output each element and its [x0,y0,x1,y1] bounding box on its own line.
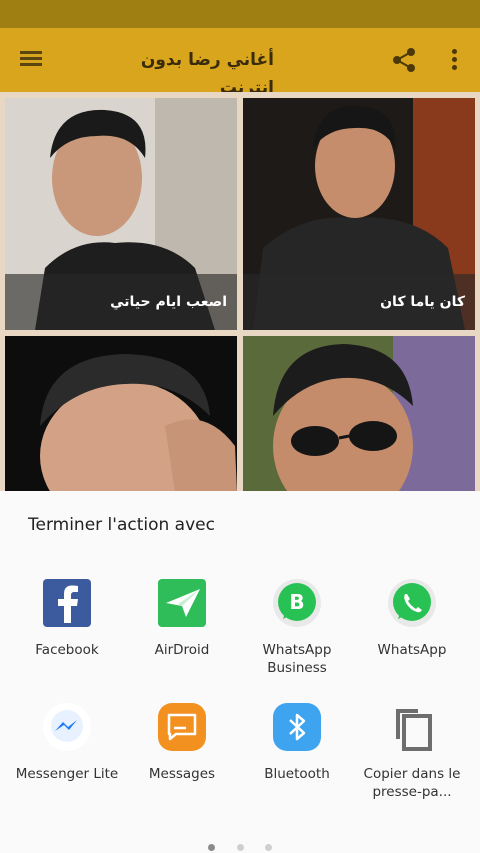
messenger-lite-icon [43,703,91,751]
song-card[interactable] [5,336,237,492]
share-target-messenger-lite[interactable]: Messenger Lite [12,701,122,783]
share-target-label: Messenger Lite [15,766,119,782]
share-sheet-title: Terminer l'action avec [28,515,215,535]
whatsapp-icon [388,579,436,627]
share-target-whatsapp-business[interactable]: B WhatsApp Business [242,577,352,677]
share-target-label: AirDroid [154,642,210,658]
share-target-label: WhatsApp [377,642,447,658]
song-card[interactable]: اصعب ايام حياتي [5,98,237,330]
share-target-label: Copier dans le presse-pa... [363,766,461,800]
messages-icon [158,703,206,751]
app-title: أغاني رضا بدون انترنت [140,50,274,98]
share-target-facebook[interactable]: Facebook [12,577,122,659]
page-dot [208,844,216,851]
song-card[interactable]: كان ياما كان [243,98,475,330]
share-target-copy-clipboard[interactable]: Copier dans le presse-pa... [357,701,467,801]
share-target-label: Bluetooth [264,766,330,782]
facebook-icon [43,579,91,627]
page-dot [236,844,244,851]
airdroid-icon [158,579,206,627]
song-grid: اصعب ايام حياتي كان ياما كان [0,92,480,492]
hamburger-menu-icon[interactable] [18,48,44,72]
more-vert-icon[interactable] [440,46,468,74]
share-target-whatsapp[interactable]: WhatsApp [357,577,467,659]
song-card[interactable] [243,336,475,492]
share-sheet: Terminer l'action avec Facebook AirDroid… [0,491,480,853]
share-icon[interactable] [390,46,418,74]
share-target-airdroid[interactable]: AirDroid [127,577,237,659]
page-indicator [0,836,480,851]
song-title: اصعب ايام حياتي [5,274,237,330]
svg-text:B: B [289,590,304,614]
share-target-bluetooth[interactable]: Bluetooth [242,701,352,783]
whatsapp-business-icon: B [273,579,321,627]
share-target-messages[interactable]: Messages [127,701,237,783]
song-title: كان ياما كان [243,274,475,330]
share-target-label: WhatsApp Business [262,642,332,676]
status-bar [0,0,480,28]
copy-clipboard-icon [396,709,432,751]
singer-photo [5,336,237,492]
share-target-label: Facebook [35,642,99,658]
share-target-label: Messages [148,766,216,782]
singer-photo [243,336,475,492]
bluetooth-icon [273,703,321,751]
app-bar: أغاني رضا بدون انترنت [0,28,480,98]
page-dot [264,844,272,851]
